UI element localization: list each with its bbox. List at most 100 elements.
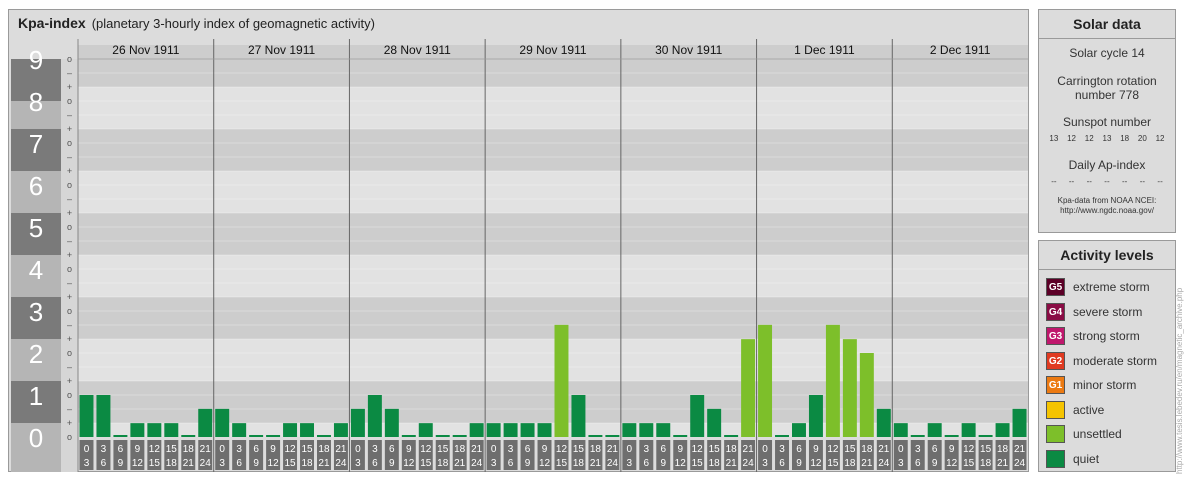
activity-legend: G5 extreme storm G4 severe storm G3 strong st…	[1039, 270, 1175, 471]
kp-bar	[808, 395, 823, 437]
interval-start: 15	[980, 444, 992, 455]
minor-tick-label: +	[67, 124, 72, 134]
interval-start: 9	[542, 444, 548, 455]
sunspot-value: 13	[1049, 134, 1059, 143]
kpa-chart: o+–o+–o+–o+–o+–o+–o+–o+–o+–o0123456789 26…	[11, 39, 1028, 472]
activity-levels-panel: Activity levels G5 extreme storm G4 severe …	[1038, 240, 1176, 472]
sunspot-value: 12	[1084, 134, 1094, 143]
interval-start: 9	[949, 444, 955, 455]
legend-swatch: G5	[1046, 278, 1065, 297]
ap-value: --	[1104, 177, 1110, 186]
minor-tick-label: –	[67, 404, 72, 414]
y-tick-label: 3	[29, 297, 43, 327]
interval-start: 6	[660, 444, 666, 455]
interval-start: 9	[270, 444, 276, 455]
legend-item: G1 minor storm	[1039, 373, 1175, 398]
carrington-line2: number 778	[1074, 88, 1140, 102]
interval-end: 9	[118, 458, 124, 469]
day-label: 1 Dec 1911	[794, 43, 855, 57]
interval-start: 15	[573, 444, 585, 455]
interval-start: 9	[406, 444, 412, 455]
kp-bar	[215, 408, 230, 437]
interval-end: 12	[132, 458, 144, 469]
interval-end: 18	[573, 458, 585, 469]
kp-bar	[350, 408, 365, 437]
minor-tick-label: +	[67, 82, 72, 92]
interval-start: 9	[135, 444, 141, 455]
interval-start: 21	[471, 444, 483, 455]
kp-bar	[283, 423, 298, 437]
kp-bar	[893, 423, 908, 437]
minor-tick-label: –	[67, 236, 72, 246]
minor-tick-label: –	[67, 110, 72, 120]
interval-start: 0	[898, 444, 904, 455]
side-credit: http://www.tesis.lebedev.ru/en/magnetic_…	[1175, 287, 1184, 474]
interval-start: 12	[692, 444, 704, 455]
ap-value: --	[1122, 177, 1128, 186]
interval-end: 6	[779, 458, 785, 469]
interval-start: 15	[844, 444, 856, 455]
y-tick-label: 1	[29, 381, 43, 411]
minor-tick-label: +	[67, 292, 72, 302]
interval-start: 15	[301, 444, 313, 455]
interval-end: 6	[101, 458, 107, 469]
credit-line1: Kpa-data from NOAA NCEI:	[1057, 196, 1157, 205]
kp-bar	[401, 435, 416, 437]
interval-end: 15	[963, 458, 975, 469]
kp-bar	[792, 423, 806, 437]
interval-start: 21	[200, 444, 212, 455]
minor-tick-label: o	[67, 180, 72, 190]
interval-start: 6	[525, 444, 531, 455]
kp-bar	[859, 353, 874, 437]
sunspot-value: 13	[1102, 134, 1112, 143]
kp-bar	[130, 423, 145, 437]
kp-bar	[910, 435, 925, 437]
day-label: 28 Nov 1911	[384, 43, 451, 57]
legend-label: quiet	[1073, 451, 1100, 466]
interval-start: 0	[762, 444, 768, 455]
interval-end: 9	[932, 458, 938, 469]
legend-item: unsettled	[1039, 422, 1175, 447]
kp-bar	[164, 423, 179, 437]
y-tick-label: 6	[29, 171, 43, 201]
interval-end: 9	[660, 458, 666, 469]
minor-tick-label: o	[67, 96, 72, 106]
minor-tick-label: –	[67, 152, 72, 162]
y-tick-label: 0	[29, 423, 43, 453]
legend-label: minor storm	[1073, 378, 1137, 393]
minor-tick-label: o	[67, 264, 72, 274]
interval-end: 3	[762, 458, 768, 469]
interval-start: 15	[709, 444, 721, 455]
interval-start: 3	[779, 444, 785, 455]
interval-start: 21	[607, 444, 619, 455]
minor-tick-label: +	[67, 250, 72, 260]
kp-bar	[554, 324, 569, 437]
legend-swatch	[1046, 400, 1065, 419]
kp-bar	[978, 435, 993, 437]
legend-label: extreme storm	[1073, 280, 1150, 295]
kp-bar	[673, 435, 688, 437]
interval-start: 6	[796, 444, 802, 455]
interval-start: 0	[219, 444, 225, 455]
interval-start: 0	[491, 444, 497, 455]
kp-bar	[656, 423, 671, 437]
minor-tick-label: o	[67, 348, 72, 358]
kp-bar	[147, 423, 162, 437]
y-tick-label: 7	[29, 129, 43, 159]
ap-value: --	[1068, 177, 1075, 186]
background-band	[78, 213, 1028, 255]
interval-end: 21	[861, 458, 873, 469]
kp-bar	[622, 423, 637, 437]
kp-bar	[452, 435, 467, 437]
interval-start: 21	[743, 444, 755, 455]
y-tick-label: 5	[29, 213, 43, 243]
kp-bar	[181, 435, 196, 437]
minor-tick-label: o	[67, 54, 72, 64]
legend-item: active	[1039, 398, 1175, 423]
interval-start: 9	[813, 444, 819, 455]
sunspot-value: 12	[1067, 134, 1076, 143]
interval-end: 24	[607, 458, 619, 469]
interval-end: 15	[149, 458, 161, 469]
day-label: 29 Nov 1911	[519, 43, 586, 57]
day-label: 30 Nov 1911	[655, 43, 722, 57]
